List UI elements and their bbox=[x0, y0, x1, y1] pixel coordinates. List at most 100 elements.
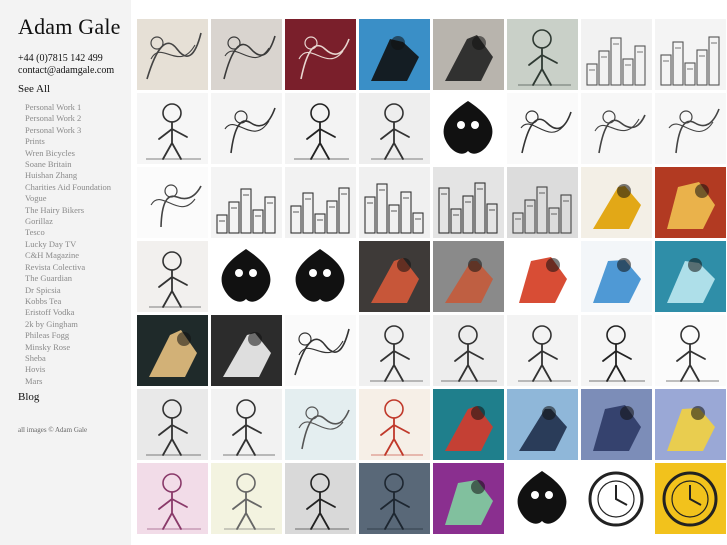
thumb-cyclist[interactable] bbox=[507, 19, 578, 90]
thumb-ram-sketch[interactable] bbox=[137, 19, 208, 90]
portrait-dark-icon bbox=[137, 315, 208, 386]
client-link[interactable]: Phileas Fogg bbox=[25, 330, 111, 341]
thumb-pelican[interactable] bbox=[433, 241, 504, 312]
thumb-street-houses[interactable] bbox=[285, 167, 356, 238]
thumb-antelope-grey[interactable] bbox=[433, 19, 504, 90]
thumb-building-ornate[interactable] bbox=[211, 167, 282, 238]
client-link[interactable]: Eristoff Vodka bbox=[25, 307, 111, 318]
thumb-flowers-sketch[interactable] bbox=[285, 315, 356, 386]
copyright: all images © Adam Gale bbox=[18, 426, 88, 434]
thumb-man-hat[interactable] bbox=[285, 93, 356, 164]
pelican-icon bbox=[433, 241, 504, 312]
thumb-blue-newspaper[interactable] bbox=[581, 389, 652, 460]
thumb-yellow-figure[interactable] bbox=[581, 167, 652, 238]
thumb-london-skyline[interactable] bbox=[433, 167, 504, 238]
thumb-underwater[interactable] bbox=[655, 241, 726, 312]
client-link[interactable]: Soane Britain bbox=[25, 159, 111, 170]
client-link[interactable]: Huishan Zhang bbox=[25, 170, 111, 181]
client-link[interactable]: Gorillaz bbox=[25, 216, 111, 227]
black-pattern-icon bbox=[433, 93, 504, 164]
reach-sketch-icon bbox=[137, 167, 208, 238]
client-link[interactable]: Hovis bbox=[25, 364, 111, 375]
client-link[interactable]: Revista Colectiva bbox=[25, 262, 111, 273]
client-link[interactable]: Personal Work 1 bbox=[25, 102, 111, 113]
client-link[interactable]: Dr Spicsia bbox=[25, 285, 111, 296]
thumb-antelope-blue[interactable] bbox=[359, 19, 430, 90]
table-book-icon bbox=[285, 463, 356, 534]
thumb-globe-sketch[interactable] bbox=[507, 93, 578, 164]
client-link[interactable]: Charities Aid Foundation bbox=[25, 182, 111, 193]
thumb-ram-red[interactable] bbox=[285, 19, 356, 90]
thumb-seagull[interactable] bbox=[211, 315, 282, 386]
thumb-dark-figures[interactable] bbox=[359, 463, 430, 534]
thumb-hairy-bikers[interactable] bbox=[137, 241, 208, 312]
thumb-eagle-crest[interactable] bbox=[211, 241, 282, 312]
thumb-girl-headphones[interactable] bbox=[137, 463, 208, 534]
thumb-antelope-sketch[interactable] bbox=[211, 19, 282, 90]
thumb-station-sketch[interactable] bbox=[507, 167, 578, 238]
thumb-two-men[interactable] bbox=[359, 93, 430, 164]
site-title[interactable]: Adam Gale bbox=[18, 14, 121, 40]
hipster-icon bbox=[211, 389, 282, 460]
thumb-businessman[interactable] bbox=[507, 389, 578, 460]
thumb-hands-sketch-2[interactable] bbox=[655, 93, 726, 164]
thumb-reach-sketch[interactable] bbox=[137, 167, 208, 238]
thumb-santa-waiter[interactable] bbox=[433, 389, 504, 460]
client-link[interactable]: The Hairy Bikers bbox=[25, 205, 111, 216]
thumb-hipster[interactable] bbox=[211, 389, 282, 460]
thumb-boat[interactable] bbox=[581, 241, 652, 312]
thumb-silhouette-house[interactable] bbox=[285, 241, 356, 312]
thumb-lion[interactable] bbox=[655, 167, 726, 238]
client-link[interactable]: Personal Work 2 bbox=[25, 113, 111, 124]
client-link[interactable]: Mars bbox=[25, 376, 111, 387]
email-link[interactable]: contact@adamgale.com bbox=[18, 65, 114, 77]
client-link[interactable]: Kobbs Tea bbox=[25, 296, 111, 307]
client-link[interactable]: Prints bbox=[25, 136, 111, 147]
client-link[interactable]: The Guardian bbox=[25, 273, 111, 284]
ram-sketch-icon bbox=[137, 19, 208, 90]
eagle-crest-icon bbox=[211, 241, 282, 312]
client-link[interactable]: Minsky Rose bbox=[25, 342, 111, 353]
thumb-painter[interactable] bbox=[137, 93, 208, 164]
client-link[interactable]: Tesco bbox=[25, 227, 111, 238]
thumb-bar-scene[interactable] bbox=[137, 389, 208, 460]
client-link[interactable]: Personal Work 3 bbox=[25, 125, 111, 136]
thumb-statue-liberty[interactable] bbox=[655, 19, 726, 90]
thumb-shopfront[interactable] bbox=[359, 167, 430, 238]
client-link[interactable]: Vogue bbox=[25, 193, 111, 204]
thumb-yellow-kid[interactable] bbox=[655, 389, 726, 460]
yellow-kid-icon bbox=[655, 389, 726, 460]
blog-link[interactable]: Blog bbox=[18, 391, 39, 403]
thumb-black-pattern[interactable] bbox=[433, 93, 504, 164]
client-link[interactable]: C&H Magazine bbox=[25, 250, 111, 261]
thumb-soane-sketch[interactable] bbox=[211, 93, 282, 164]
thumb-sunglasses-man[interactable] bbox=[655, 315, 726, 386]
thumb-runner[interactable] bbox=[211, 463, 282, 534]
thumb-wolf-badge[interactable] bbox=[507, 463, 578, 534]
thumb-protest[interactable] bbox=[507, 315, 578, 386]
thumb-hands-sketch[interactable] bbox=[581, 93, 652, 164]
thumb-crowd-sketch[interactable] bbox=[581, 315, 652, 386]
see-all-link[interactable]: See All bbox=[18, 83, 50, 95]
thumb-mexico-stamp[interactable] bbox=[581, 463, 652, 534]
client-link[interactable]: Wren Bicycles bbox=[25, 148, 111, 159]
contact-block: +44 (0)7815 142 499 contact@adamgale.com bbox=[18, 53, 114, 77]
thumb-racing-car[interactable] bbox=[507, 241, 578, 312]
thumb-red-hair-woman[interactable] bbox=[359, 389, 430, 460]
thumb-city-sketch[interactable] bbox=[581, 19, 652, 90]
thumb-cafe-sketch[interactable] bbox=[285, 389, 356, 460]
thumb-sailors[interactable] bbox=[359, 315, 430, 386]
thumb-table-book[interactable] bbox=[285, 463, 356, 534]
blue-newspaper-icon bbox=[581, 389, 652, 460]
thumb-octopus-chef[interactable] bbox=[359, 241, 430, 312]
client-link[interactable]: 2k by Gingham bbox=[25, 319, 111, 330]
thumb-astronaut[interactable] bbox=[433, 315, 504, 386]
dark-figures-icon bbox=[359, 463, 430, 534]
sailors-icon bbox=[359, 315, 430, 386]
client-link[interactable]: Sheba bbox=[25, 353, 111, 364]
thumb-purple-monster[interactable] bbox=[433, 463, 504, 534]
seagull-icon bbox=[211, 315, 282, 386]
client-link[interactable]: Lucky Day TV bbox=[25, 239, 111, 250]
thumb-portrait-dark[interactable] bbox=[137, 315, 208, 386]
thumb-clocks[interactable] bbox=[655, 463, 726, 534]
